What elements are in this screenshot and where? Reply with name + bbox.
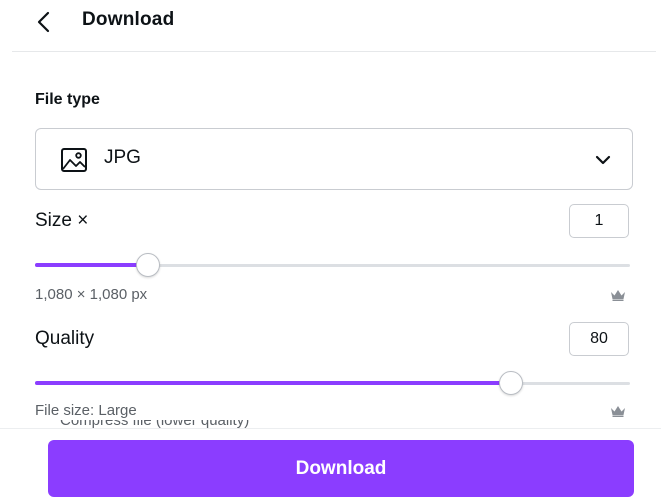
- panel-header: Download: [0, 0, 661, 52]
- file-size-text: File size: Large: [35, 402, 137, 419]
- quality-label: Quality: [35, 328, 95, 349]
- crown-icon: [611, 406, 625, 417]
- file-type-label: File type: [35, 91, 100, 108]
- size-input[interactable]: 1: [569, 204, 629, 238]
- back-button[interactable]: [30, 7, 60, 37]
- page-title: Download: [82, 9, 175, 30]
- crown-icon: [611, 290, 625, 301]
- file-type-select[interactable]: JPG: [35, 128, 633, 190]
- size-label: Size ×: [35, 210, 89, 231]
- header-divider: [12, 51, 656, 52]
- size-slider-thumb[interactable]: [136, 253, 160, 277]
- file-type-value: JPG: [104, 147, 141, 168]
- quality-slider-fill: [35, 381, 511, 385]
- image-icon: [61, 148, 87, 172]
- size-slider-fill: [35, 263, 148, 267]
- quality-slider[interactable]: [35, 370, 630, 396]
- size-slider[interactable]: [35, 252, 630, 278]
- download-button[interactable]: Download: [48, 440, 634, 497]
- quality-input[interactable]: 80: [569, 322, 629, 356]
- quality-slider-thumb[interactable]: [499, 371, 523, 395]
- dimensions-text: 1,080 × 1,080 px: [35, 286, 148, 303]
- chevron-left-icon: [37, 11, 50, 33]
- footer-divider: [0, 428, 661, 429]
- chevron-down-icon: [595, 155, 611, 165]
